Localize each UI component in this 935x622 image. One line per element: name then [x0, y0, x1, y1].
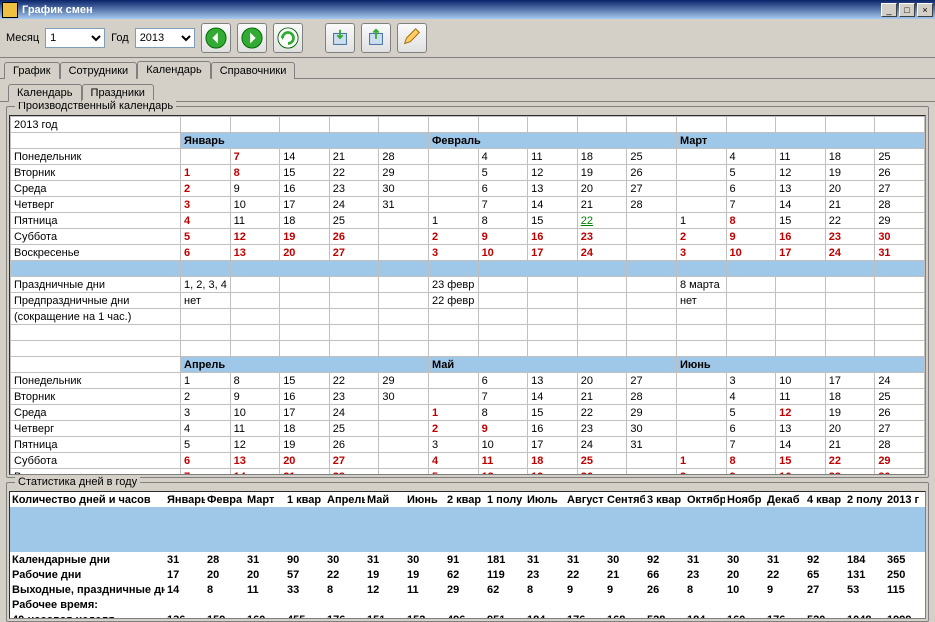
month-label: Месяц [6, 32, 39, 44]
main-tabs: ГрафикСотрудникиКалендарьСправочники [0, 58, 935, 79]
calendar-group: Производственный календарь 2013 годЯнвар… [6, 106, 929, 478]
stats-group-label: Статистика дней в году [15, 476, 140, 488]
main-tab-1[interactable]: Сотрудники [60, 62, 138, 79]
edit-button[interactable] [397, 23, 427, 53]
stats-table: Количество дней и часовЯнварьФевраМарт1 … [10, 492, 925, 619]
close-button[interactable]: × [917, 3, 933, 17]
stats-group: Статистика дней в году Количество дней и… [6, 482, 929, 622]
calendar-table: 2013 годЯнварьФевральМартПонедельник7142… [10, 116, 925, 475]
year-label: Год [111, 32, 129, 44]
next-button[interactable] [237, 23, 267, 53]
title-bar: График смен _ □ × [0, 0, 935, 19]
app-icon [2, 2, 18, 18]
year-select[interactable]: 2013 [135, 28, 195, 48]
main-tab-2[interactable]: Календарь [137, 61, 211, 79]
main-tab-0[interactable]: График [4, 62, 60, 79]
maximize-button[interactable]: □ [899, 3, 915, 17]
toolbar: Месяц 1 Год 2013 [0, 19, 935, 58]
sub-tabs: КалендарьПраздники [0, 79, 935, 102]
export-button[interactable] [361, 23, 391, 53]
refresh-button[interactable] [273, 23, 303, 53]
stats-scroll[interactable]: Количество дней и часовЯнварьФевраМарт1 … [9, 491, 926, 619]
prev-button[interactable] [201, 23, 231, 53]
window-title: График смен [22, 4, 879, 16]
month-select[interactable]: 1 [45, 28, 105, 48]
calendar-scroll[interactable]: 2013 годЯнварьФевральМартПонедельник7142… [9, 115, 926, 475]
import-button[interactable] [325, 23, 355, 53]
sub-tab-0[interactable]: Календарь [8, 84, 82, 102]
minimize-button[interactable]: _ [881, 3, 897, 17]
main-tab-3[interactable]: Справочники [211, 62, 296, 79]
